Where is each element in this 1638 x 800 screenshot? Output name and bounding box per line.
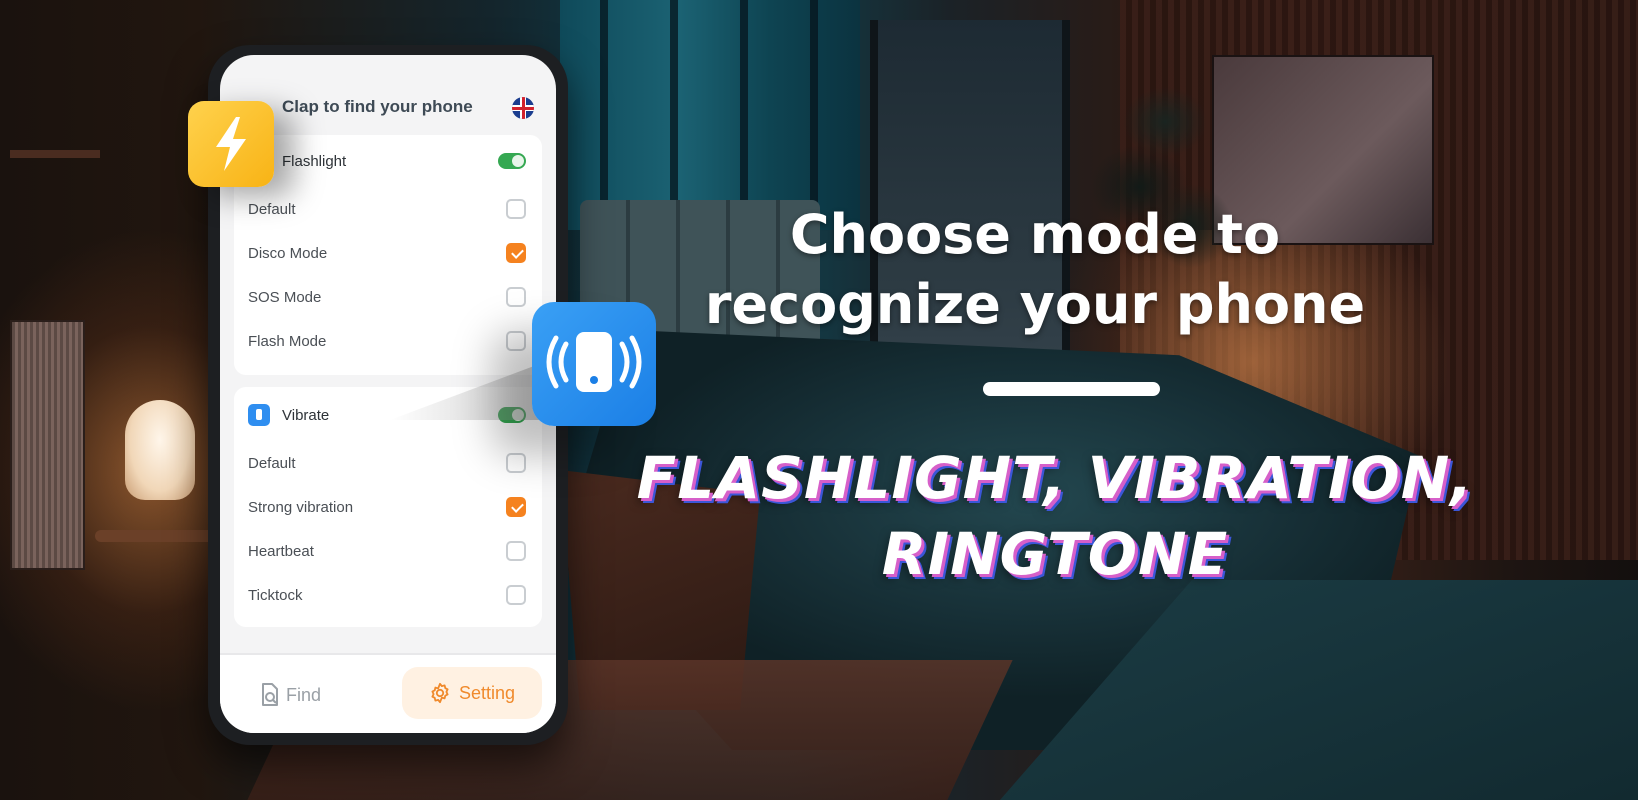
checkbox-heartbeat[interactable] bbox=[506, 541, 526, 561]
vibrate-option-row[interactable]: Default bbox=[234, 441, 542, 485]
teal-wall-panel bbox=[560, 0, 860, 230]
find-icon bbox=[262, 683, 278, 706]
nav-find-button[interactable]: Find bbox=[260, 671, 380, 719]
modes-line-2: RINGTONE bbox=[881, 520, 1229, 588]
phone-vibrate-icon bbox=[546, 332, 642, 392]
vibrate-icon bbox=[248, 404, 270, 426]
option-label: SOS Mode bbox=[248, 288, 322, 306]
vibrate-option-row[interactable]: Heartbeat bbox=[234, 529, 542, 573]
vibrate-feature-icon bbox=[532, 302, 656, 426]
flashlight-header-row: Flashlight bbox=[234, 139, 542, 183]
flashlight-card: Flashlight Default Disco Mode SOS Mode F… bbox=[234, 135, 542, 375]
wall-slat bbox=[600, 0, 608, 230]
headline-divider bbox=[983, 382, 1160, 396]
nav-setting-button[interactable]: Setting bbox=[402, 667, 542, 719]
checkbox-ticktock[interactable] bbox=[506, 585, 526, 605]
option-label: Flash Mode bbox=[248, 332, 327, 350]
table-lamp bbox=[125, 400, 195, 500]
option-label: Ticktock bbox=[248, 586, 303, 604]
checkbox-disco-mode[interactable] bbox=[506, 243, 526, 263]
bottom-nav: Find Setting bbox=[220, 653, 556, 733]
checkbox-strong-vibration[interactable] bbox=[506, 497, 526, 517]
uk-flag-icon[interactable] bbox=[512, 97, 534, 119]
wall-slat bbox=[740, 0, 748, 230]
flash-option-row[interactable]: Flash Mode bbox=[234, 319, 542, 363]
vibrate-option-row[interactable]: Strong vibration bbox=[234, 485, 542, 529]
lightning-bolt-icon bbox=[216, 117, 246, 171]
flashlight-toggle[interactable] bbox=[498, 153, 526, 169]
vibrate-card: Vibrate Default Strong vibration Heartbe… bbox=[234, 387, 542, 627]
flashlight-label: Flashlight bbox=[282, 152, 347, 170]
option-label: Strong vibration bbox=[248, 498, 354, 516]
checkbox-default[interactable] bbox=[506, 199, 526, 219]
wall-slat bbox=[670, 0, 678, 230]
option-label: Default bbox=[248, 454, 296, 472]
modes-line-1: FLASHLIGHT, VIBRATION, bbox=[636, 444, 1474, 512]
wall-slat bbox=[810, 0, 818, 230]
flash-option-row[interactable]: Default bbox=[234, 187, 542, 231]
flashlight-feature-icon bbox=[188, 101, 274, 187]
checkbox-default[interactable] bbox=[506, 453, 526, 473]
modes-text: FLASHLIGHT, VIBRATION, RINGTONE bbox=[620, 440, 1490, 592]
flash-option-row[interactable]: Disco Mode bbox=[234, 231, 542, 275]
option-label: Default bbox=[248, 200, 296, 218]
app-title: Clap to find your phone bbox=[282, 97, 473, 116]
flash-option-row[interactable]: SOS Mode bbox=[234, 275, 542, 319]
headline-line-1: Choose mode to bbox=[789, 203, 1281, 266]
option-label: Disco Mode bbox=[248, 244, 328, 262]
side-lamp bbox=[10, 320, 85, 570]
promo-headline: Choose mode to recognize your phone bbox=[690, 200, 1380, 340]
option-label: Heartbeat bbox=[248, 542, 314, 560]
checkbox-flash-mode[interactable] bbox=[506, 331, 526, 351]
side-table bbox=[95, 530, 215, 542]
vibrate-option-row[interactable]: Ticktock bbox=[234, 573, 542, 617]
gear-icon bbox=[431, 682, 449, 704]
setting-label: Setting bbox=[458, 682, 516, 703]
shelf bbox=[10, 150, 100, 158]
find-label: Find bbox=[286, 684, 322, 705]
checkbox-sos-mode[interactable] bbox=[506, 287, 526, 307]
headline-line-2: recognize your phone bbox=[704, 273, 1366, 336]
